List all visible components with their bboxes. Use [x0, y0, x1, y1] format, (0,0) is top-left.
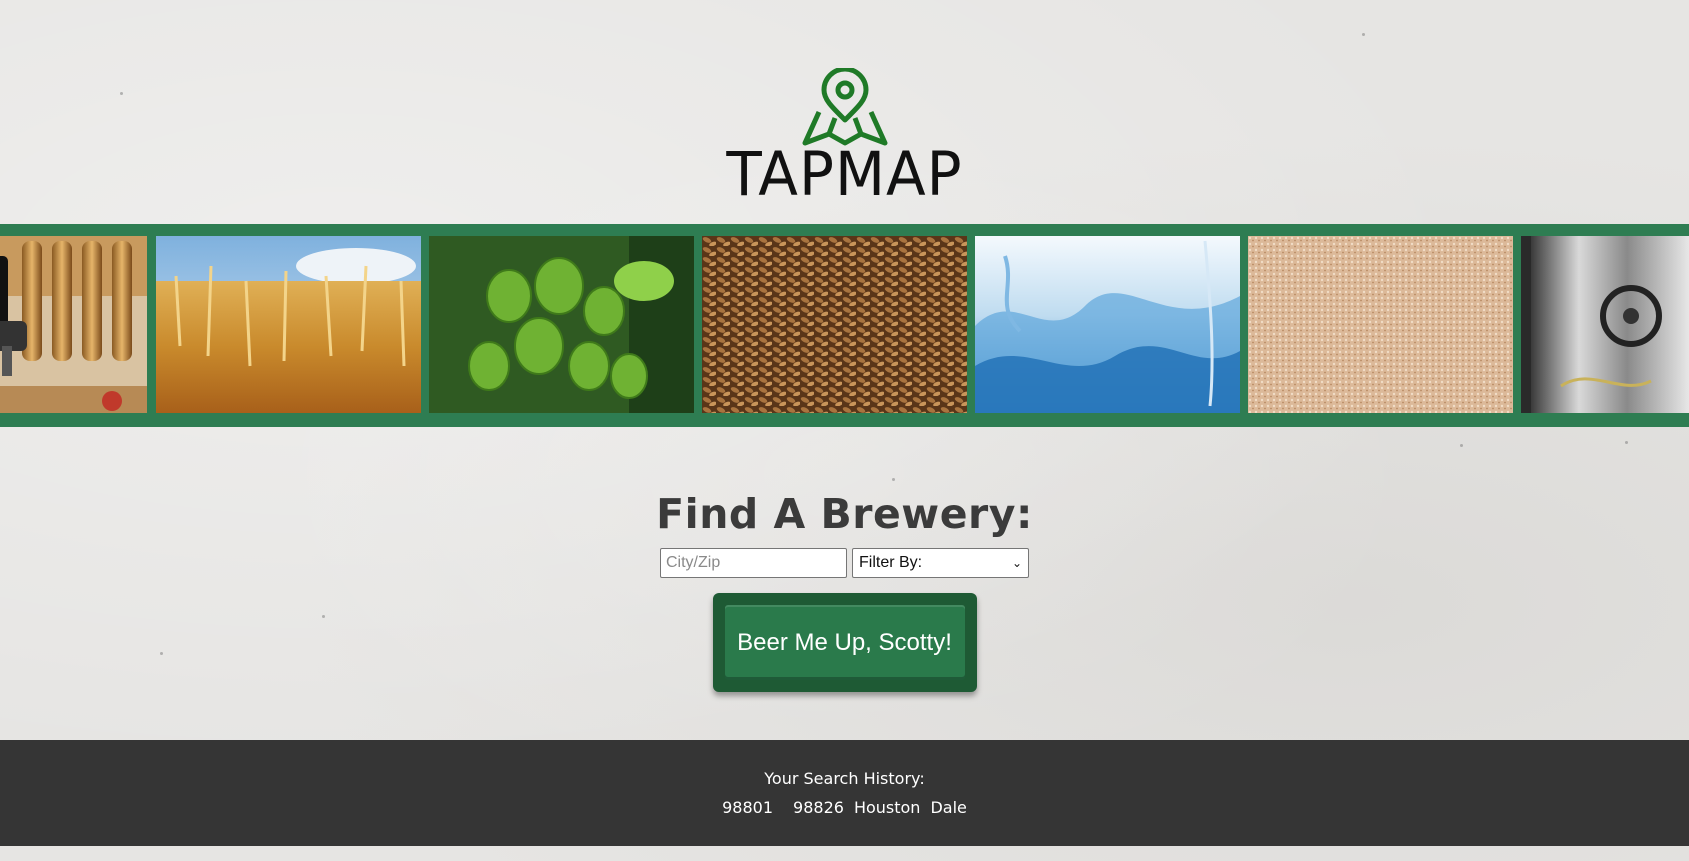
barley-grain-image [702, 236, 967, 413]
search-controls: Filter By: ⌄ [660, 548, 1029, 578]
water-splash-image [975, 236, 1240, 413]
city-zip-input[interactable] [660, 548, 847, 578]
history-item[interactable]: 98826 [793, 798, 844, 817]
submit-button-frame: Beer Me Up, Scotty! [712, 593, 977, 692]
logo[interactable]: TAPMAP [0, 68, 1689, 210]
search-history-list: 98801 98826 Houston Dale [722, 798, 967, 817]
wheat-field-image [156, 236, 421, 413]
beer-taps-image [0, 236, 147, 413]
map-pin-icon [802, 68, 887, 146]
history-item[interactable]: Dale [930, 798, 966, 817]
search-submit-button[interactable]: Beer Me Up, Scotty! [724, 605, 965, 680]
filter-select[interactable]: Filter By: ⌄ [852, 548, 1029, 578]
brand-name: TAPMAP [726, 138, 963, 210]
history-item[interactable]: Houston [854, 798, 921, 817]
history-item[interactable]: 98801 [722, 798, 773, 817]
filter-select-value: Filter By: [859, 554, 923, 571]
chevron-down-icon: ⌄ [1011, 556, 1022, 570]
search-history-footer: Your Search History: 98801 98826 Houston… [0, 740, 1689, 846]
yeast-image [1248, 236, 1513, 413]
brewing-tank-image [1521, 236, 1689, 413]
search-history-label: Your Search History: [764, 769, 925, 788]
search-title: Find A Brewery: [656, 490, 1033, 538]
hops-image [429, 236, 694, 413]
ingredient-photo-strip [0, 224, 1689, 427]
brewery-search-panel: Find A Brewery: Filter By: ⌄ Beer Me Up,… [0, 490, 1689, 692]
